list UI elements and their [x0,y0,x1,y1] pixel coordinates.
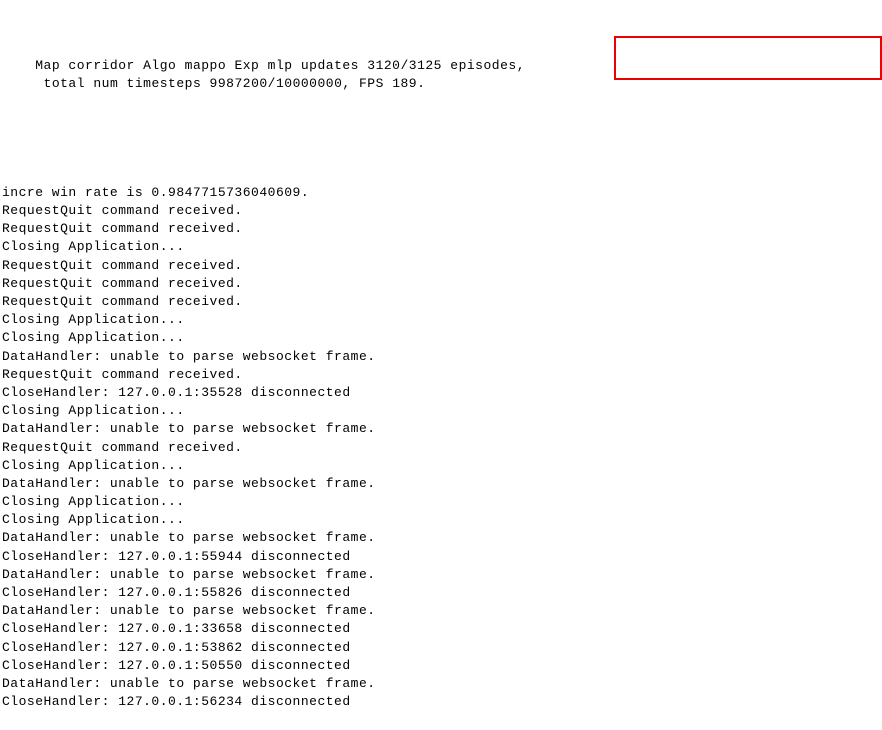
log-line: RequestQuit command received. [2,220,880,238]
log-line: RequestQuit command received. [2,366,880,384]
terminal-output: Map corridor Algo mappo Exp mlp updates … [2,2,880,730]
log-line: RequestQuit command received. [2,293,880,311]
header-highlighted-text: total num timesteps 9987200/10000000 [44,76,343,91]
log-line: DataHandler: unable to parse websocket f… [2,475,880,493]
log-line: DataHandler: unable to parse websocket f… [2,566,880,584]
log-line: DataHandler: unable to parse websocket f… [2,348,880,366]
log-line: RequestQuit command received. [2,439,880,457]
log-line: CloseHandler: 127.0.0.1:55944 disconnect… [2,548,880,566]
log-line: RequestQuit command received. [2,275,880,293]
highlight-box [614,36,882,80]
log-line: Closing Application... [2,311,880,329]
log-line: Closing Application... [2,493,880,511]
log-line: CloseHandler: 127.0.0.1:50550 disconnect… [2,657,880,675]
header-prefix: Map corridor Algo mappo Exp mlp updates … [35,58,525,73]
log-line: RequestQuit command received. [2,257,880,275]
log-lines-container: incre win rate is 0.9847715736040609.Req… [2,166,880,712]
log-line: Closing Application... [2,457,880,475]
log-line: CloseHandler: 127.0.0.1:55826 disconnect… [2,584,880,602]
log-line: Closing Application... [2,238,880,256]
log-line: CloseHandler: 127.0.0.1:53862 disconnect… [2,639,880,657]
log-line: CloseHandler: 127.0.0.1:35528 disconnect… [2,384,880,402]
log-line: DataHandler: unable to parse websocket f… [2,602,880,620]
log-line: Closing Application... [2,329,880,347]
log-line: DataHandler: unable to parse websocket f… [2,420,880,438]
header-section: Map corridor Algo mappo Exp mlp updates … [2,38,880,129]
log-line: incre win rate is 0.9847715736040609. [2,184,880,202]
log-line: DataHandler: unable to parse websocket f… [2,675,880,693]
log-line: Closing Application... [2,511,880,529]
log-line: CloseHandler: 127.0.0.1:33658 disconnect… [2,620,880,638]
log-line: DataHandler: unable to parse websocket f… [2,529,880,547]
header-suffix: , FPS 189. [342,76,425,91]
log-line: CloseHandler: 127.0.0.1:56234 disconnect… [2,693,880,711]
log-line: Closing Application... [2,402,880,420]
header-highlighted [35,76,43,91]
log-line [2,166,880,184]
log-line: RequestQuit command received. [2,202,880,220]
